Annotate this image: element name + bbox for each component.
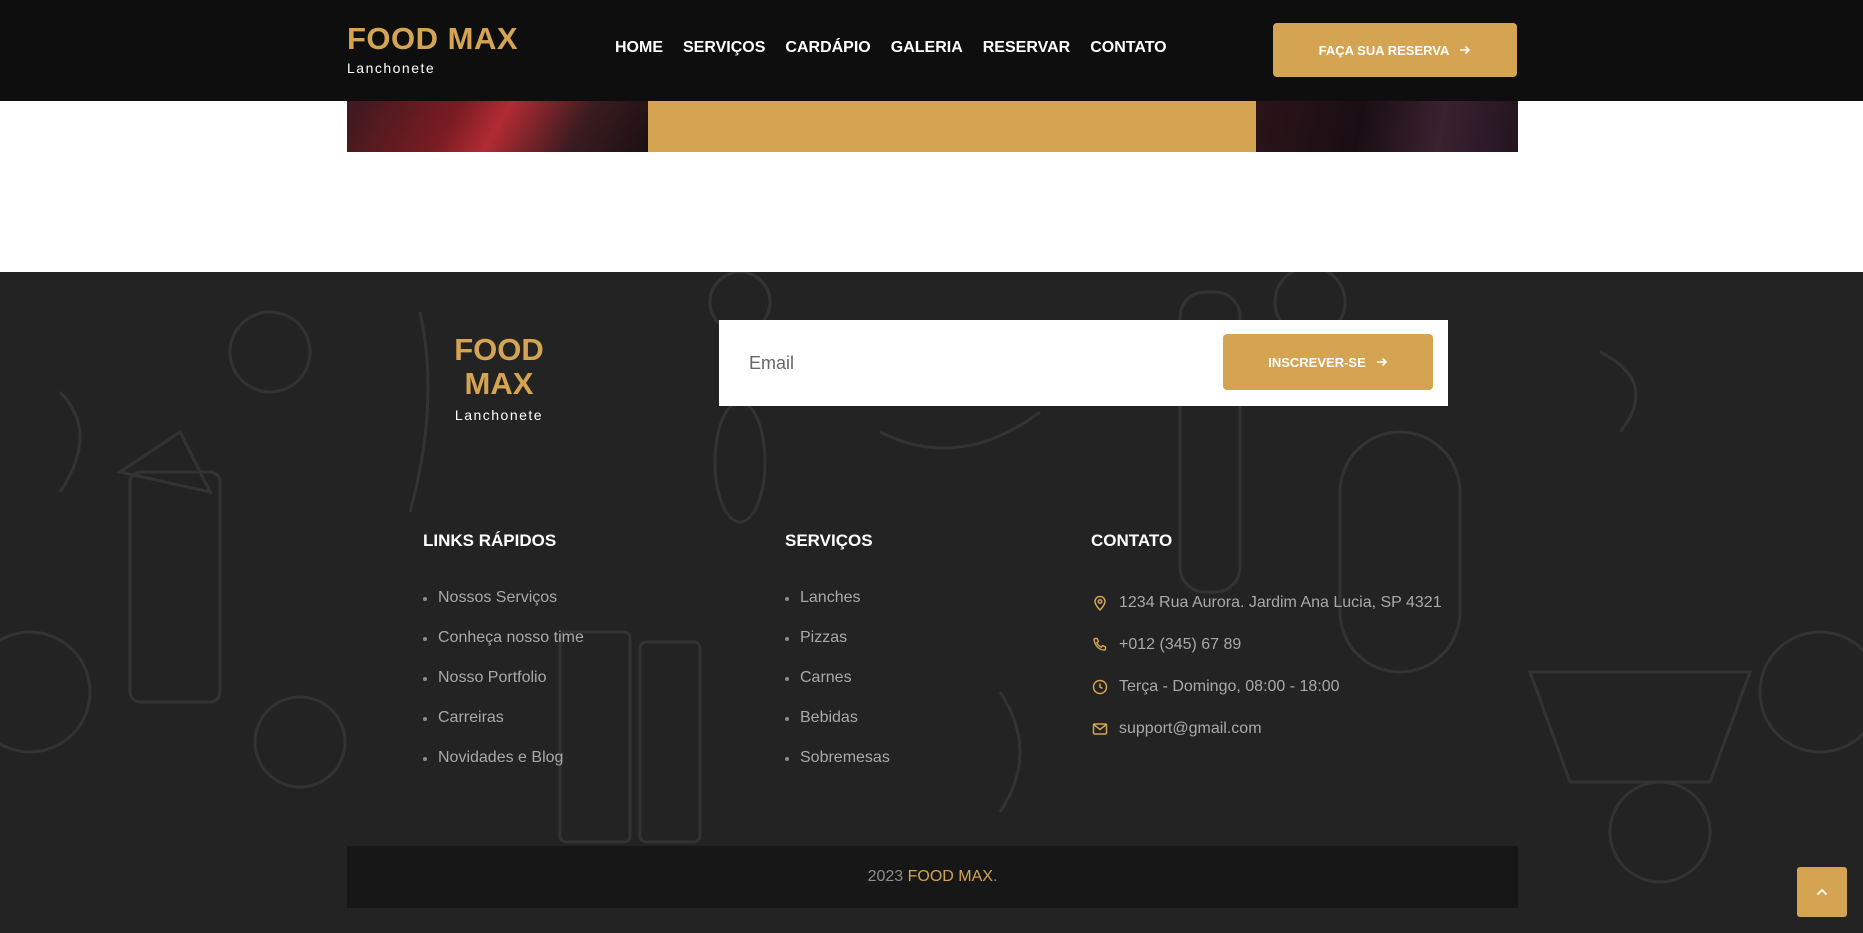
link-pizzas[interactable]: Pizzas: [800, 629, 847, 647]
contact-hours-text: Terça - Domingo, 08:00 - 18:00: [1119, 678, 1340, 695]
newsletter-form: INSCREVER-SE: [719, 320, 1448, 406]
arrow-right-icon: [1460, 45, 1471, 55]
main-nav: HOME SERVIÇOS CARDÁPIO GALERIA RESERVAR …: [615, 38, 1187, 58]
site-header: FOOD MAX Lanchonete HOME SERVIÇOS CARDÁP…: [0, 0, 1863, 101]
contact-address-text: 1234 Rua Aurora. Jardim Ana Lucia, SP 43…: [1119, 594, 1442, 611]
bullet-icon: [785, 717, 789, 721]
copyright-brand-link[interactable]: FOOD MAX: [908, 868, 993, 886]
list-item[interactable]: Pizzas: [785, 629, 890, 669]
nav-home[interactable]: HOME: [615, 38, 663, 58]
list-item[interactable]: Carreiras: [423, 709, 584, 749]
list-item[interactable]: Conheça nosso time: [423, 629, 584, 669]
accent-panel: [648, 101, 1256, 152]
contact-address: 1234 Rua Aurora. Jardim Ana Lucia, SP 43…: [1091, 594, 1442, 636]
bullet-icon: [423, 717, 427, 721]
email-input[interactable]: [749, 340, 1199, 386]
food-image-right: [1256, 101, 1518, 152]
bullet-icon: [785, 597, 789, 601]
map-pin-icon: [1094, 595, 1106, 612]
contact-hours: Terça - Domingo, 08:00 - 18:00: [1091, 678, 1442, 720]
link-carnes[interactable]: Carnes: [800, 669, 852, 687]
list-item[interactable]: Carnes: [785, 669, 890, 709]
bullet-icon: [785, 677, 789, 681]
services-list: Lanches Pizzas Carnes Bebidas Sobremesas: [785, 589, 890, 789]
clock-icon: [1092, 679, 1108, 695]
bullet-icon: [423, 637, 427, 641]
link-carreiras[interactable]: Carreiras: [438, 709, 504, 727]
mail-icon: [1092, 723, 1108, 735]
contact-email-text[interactable]: support@gmail.com: [1119, 720, 1262, 738]
link-bebidas[interactable]: Bebidas: [800, 709, 858, 727]
contact-phone[interactable]: +012 (345) 67 89: [1091, 636, 1442, 678]
chevron-up-icon: [1816, 888, 1828, 896]
contact-email[interactable]: support@gmail.com: [1091, 720, 1442, 762]
list-item[interactable]: Novidades e Blog: [423, 749, 584, 789]
bullet-icon: [423, 757, 427, 761]
nav-servicos[interactable]: SERVIÇOS: [683, 38, 765, 58]
contact-phone-text[interactable]: +012 (345) 67 89: [1119, 636, 1241, 654]
link-lanches[interactable]: Lanches: [800, 589, 861, 607]
copyright-suffix: .: [992, 868, 998, 885]
brand-name: FOOD MAX: [347, 21, 519, 56]
services-title: SERVIÇOS: [785, 531, 873, 550]
phone-icon: [1093, 637, 1107, 651]
subscribe-button-label: INSCREVER-SE: [1268, 354, 1366, 370]
quick-links-list: Nossos Serviços Conheça nosso time Nosso…: [423, 589, 584, 789]
contact-title: CONTATO: [1091, 531, 1173, 550]
subscribe-button[interactable]: INSCREVER-SE: [1223, 334, 1433, 390]
nav-galeria[interactable]: GALERIA: [891, 38, 963, 58]
gallery-strip: [347, 101, 1518, 152]
copyright-year: 2023: [867, 868, 904, 885]
nav-cardapio[interactable]: CARDÁPIO: [785, 38, 870, 58]
contact-list: 1234 Rua Aurora. Jardim Ana Lucia, SP 43…: [1091, 594, 1442, 762]
quick-links-title: LINKS RÁPIDOS: [423, 531, 557, 550]
footer-brand-logo[interactable]: FOOD MAX Lanchonete: [417, 332, 581, 424]
list-item[interactable]: Nosso Portfolio: [423, 669, 584, 709]
nav-reservar[interactable]: RESERVAR: [983, 38, 1070, 58]
link-sobremesas[interactable]: Sobremesas: [800, 749, 890, 767]
link-novidades-blog[interactable]: Novidades e Blog: [438, 749, 563, 767]
brand-logo[interactable]: FOOD MAX Lanchonete: [347, 21, 519, 77]
site-footer: FOOD MAX Lanchonete INSCREVER-SE LINKS R…: [0, 272, 1863, 933]
list-item[interactable]: Bebidas: [785, 709, 890, 749]
back-to-top-button[interactable]: [1797, 867, 1847, 917]
footer-brand-subtitle: Lanchonete: [454, 407, 544, 423]
brand-subtitle: Lanchonete: [347, 60, 436, 76]
link-portfolio[interactable]: Nosso Portfolio: [438, 669, 547, 687]
nav-contato[interactable]: CONTATO: [1090, 38, 1166, 58]
footer-brand-name: FOOD MAX: [454, 332, 544, 401]
bullet-icon: [423, 597, 427, 601]
list-item[interactable]: Sobremesas: [785, 749, 890, 789]
reserve-button[interactable]: FAÇA SUA RESERVA: [1273, 23, 1517, 77]
food-image-left: [347, 101, 648, 152]
bullet-icon: [423, 677, 427, 681]
list-item[interactable]: Nossos Serviços: [423, 589, 584, 629]
reserve-button-label: FAÇA SUA RESERVA: [1318, 42, 1450, 58]
bullet-icon: [785, 637, 789, 641]
link-conheca-time[interactable]: Conheça nosso time: [438, 629, 584, 647]
arrow-right-icon: [1376, 357, 1387, 367]
copyright-bar: 2023 FOOD MAX.: [347, 846, 1518, 908]
link-nossos-servicos[interactable]: Nossos Serviços: [438, 589, 557, 607]
bullet-icon: [785, 757, 789, 761]
list-item[interactable]: Lanches: [785, 589, 890, 629]
